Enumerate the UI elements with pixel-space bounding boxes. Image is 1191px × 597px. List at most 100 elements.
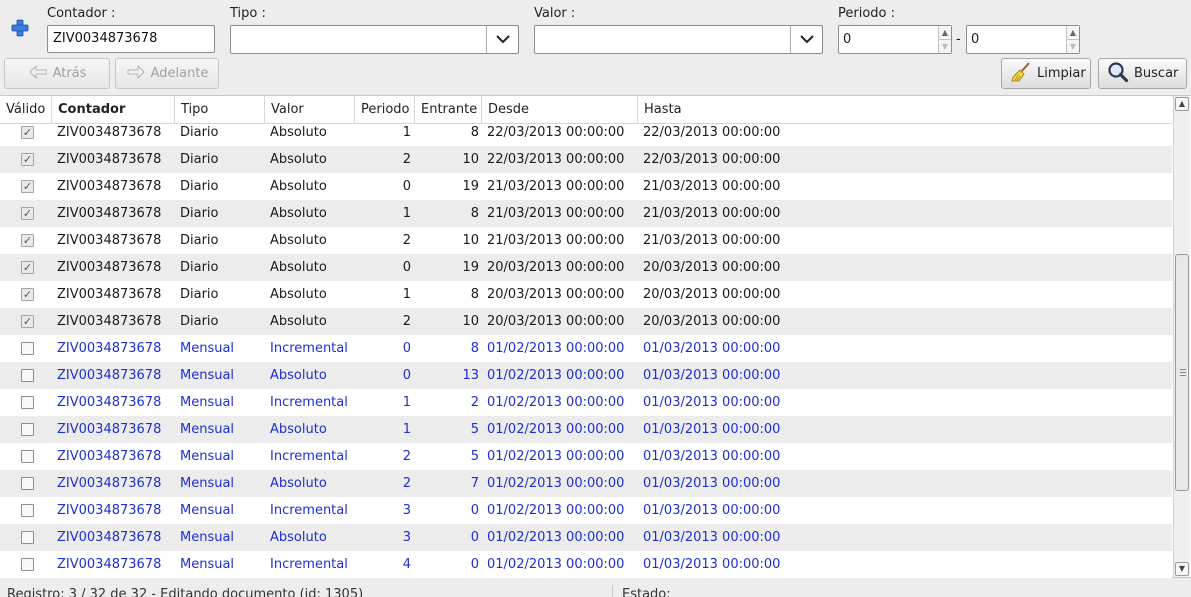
- cell-valor: Absoluto: [270, 422, 327, 437]
- checkbox-checked[interactable]: ✓: [21, 288, 34, 301]
- cell-desde: 21/03/2013 00:00:00: [487, 206, 625, 221]
- table-row[interactable]: ZIV0034873678 Mensual Absoluto 3 0 01/02/2013…: [0, 524, 1172, 551]
- cell-periodo: 4: [402, 557, 411, 572]
- checkbox-unchecked[interactable]: [21, 369, 34, 382]
- table-row[interactable]: ZIV0034873678 Mensual Incremental 2 5 01/02/2…: [0, 443, 1172, 470]
- results-table[interactable]: Válido Contador Tipo Valor Periodo Entra…: [0, 95, 1191, 578]
- column-header-desde[interactable]: Desde: [482, 96, 638, 124]
- cell-entrante: 19: [462, 179, 479, 194]
- cell-hasta: 01/03/2013 00:00:00: [643, 530, 781, 545]
- periodo-separator: -: [956, 32, 961, 47]
- plus-icon[interactable]: [10, 18, 30, 38]
- chevron-down-icon[interactable]: [790, 26, 822, 53]
- back-button[interactable]: Atrás: [4, 58, 110, 89]
- cell-hasta: 21/03/2013 00:00:00: [643, 206, 781, 221]
- contador-input[interactable]: ZIV0034873678: [47, 25, 215, 53]
- cell-contador: ZIV0034873678: [57, 395, 162, 410]
- table-row[interactable]: ZIV0034873678 Mensual Absoluto 2 7 01/02/2013…: [0, 470, 1172, 497]
- spin-up-icon[interactable]: ▲: [939, 26, 951, 39]
- table-row[interactable]: ZIV0034873678 Mensual Incremental 4 0 01/02/2…: [0, 551, 1172, 578]
- checkbox-unchecked[interactable]: [21, 450, 34, 463]
- spin-up-icon[interactable]: ▲: [1067, 26, 1079, 39]
- back-button-label: Atrás: [52, 66, 87, 81]
- cell-desde: 21/03/2013 00:00:00: [487, 179, 625, 194]
- column-header-hasta[interactable]: Hasta: [638, 96, 1172, 124]
- column-header-tipo[interactable]: Tipo: [175, 96, 265, 124]
- checkbox-unchecked[interactable]: [21, 423, 34, 436]
- cell-contador: ZIV0034873678: [57, 260, 162, 275]
- table-row[interactable]: ZIV0034873678 Mensual Incremental 1 2 01/02/2…: [0, 389, 1172, 416]
- cell-hasta: 01/03/2013 00:00:00: [643, 368, 781, 383]
- cell-tipo: Diario: [180, 125, 219, 140]
- scroll-up-icon[interactable]: ▲: [1175, 97, 1189, 111]
- app-window: Contador : Tipo : Valor : Periodo : ZIV0…: [0, 0, 1191, 597]
- clear-button[interactable]: Limpiar: [1001, 58, 1091, 89]
- table-row[interactable]: ZIV0034873678 Mensual Absoluto 0 13 01/02/201…: [0, 362, 1172, 389]
- cell-valor: Incremental: [270, 341, 348, 356]
- cell-contador: ZIV0034873678: [57, 179, 162, 194]
- checkbox-checked[interactable]: ✓: [21, 261, 34, 274]
- cell-periodo: 1: [402, 422, 411, 437]
- cell-hasta: 01/03/2013 00:00:00: [643, 341, 781, 356]
- table-row[interactable]: ✓ ZIV0034873678 Diario Absoluto 2 10 21/03/201…: [0, 227, 1172, 254]
- column-header-contador[interactable]: Contador: [52, 96, 175, 124]
- checkbox-unchecked[interactable]: [21, 558, 34, 571]
- cell-desde: 01/02/2013 00:00:00: [487, 557, 625, 572]
- checkbox-checked[interactable]: ✓: [21, 315, 34, 328]
- checkbox-unchecked[interactable]: [21, 342, 34, 355]
- cell-periodo: 1: [402, 287, 411, 302]
- spin-down-icon[interactable]: ▼: [939, 39, 951, 52]
- spin-down-icon[interactable]: ▼: [1067, 39, 1079, 52]
- table-row[interactable]: ZIV0034873678 Mensual Incremental 3 0 01/02/2…: [0, 497, 1172, 524]
- checkbox-checked[interactable]: ✓: [21, 207, 34, 220]
- table-row[interactable]: ZIV0034873678 Mensual Incremental 0 8 01/02/2…: [0, 335, 1172, 362]
- table-row[interactable]: ✓ ZIV0034873678 Diario Absoluto 2 10 20/03/201…: [0, 308, 1172, 335]
- table-row[interactable]: ✓ ZIV0034873678 Diario Absoluto 0 19 21/03/201…: [0, 173, 1172, 200]
- table-row[interactable]: ✓ ZIV0034873678 Diario Absoluto 1 8 22/03/2013…: [0, 124, 1172, 146]
- spinner-buttons[interactable]: ▲ ▼: [938, 26, 951, 53]
- status-record-info: Registro: 3 / 32 de 32 - Editando docume…: [7, 587, 364, 597]
- forward-button[interactable]: Adelante: [115, 58, 219, 89]
- cell-contador: ZIV0034873678: [57, 368, 162, 383]
- scrollbar-thumb[interactable]: [1175, 254, 1189, 491]
- periodo-from-value: 0: [843, 32, 852, 47]
- table-row[interactable]: ✓ ZIV0034873678 Diario Absoluto 1 8 20/03/2013…: [0, 281, 1172, 308]
- periodo-from-spinner[interactable]: 0 ▲ ▼: [838, 25, 952, 54]
- checkbox-checked[interactable]: ✓: [21, 180, 34, 193]
- checkbox-unchecked[interactable]: [21, 531, 34, 544]
- checkbox-checked[interactable]: ✓: [21, 234, 34, 247]
- cell-periodo: 3: [402, 503, 411, 518]
- checkbox-unchecked[interactable]: [21, 396, 34, 409]
- vertical-scrollbar[interactable]: ▲ ▼: [1173, 96, 1190, 577]
- search-button[interactable]: Buscar: [1098, 58, 1187, 89]
- cell-tipo: Mensual: [180, 503, 235, 518]
- chevron-down-icon[interactable]: [486, 26, 518, 53]
- column-header-valido[interactable]: Válido: [0, 96, 52, 124]
- spinner-buttons[interactable]: ▲ ▼: [1066, 26, 1079, 53]
- table-row[interactable]: ✓ ZIV0034873678 Diario Absoluto 0 19 20/03/201…: [0, 254, 1172, 281]
- search-button-label: Buscar: [1134, 66, 1179, 81]
- cell-periodo: 0: [402, 368, 411, 383]
- cell-hasta: 20/03/2013 00:00:00: [643, 287, 781, 302]
- checkbox-unchecked[interactable]: [21, 504, 34, 517]
- scroll-down-icon[interactable]: ▼: [1175, 562, 1189, 576]
- table-row[interactable]: ZIV0034873678 Mensual Absoluto 1 5 01/02/2013…: [0, 416, 1172, 443]
- checkbox-checked[interactable]: ✓: [21, 153, 34, 166]
- cell-hasta: 01/03/2013 00:00:00: [643, 557, 781, 572]
- cell-valor: Absoluto: [270, 368, 327, 383]
- column-header-valor[interactable]: Valor: [265, 96, 355, 124]
- tipo-select[interactable]: [230, 25, 519, 54]
- periodo-to-spinner[interactable]: 0 ▲ ▼: [966, 25, 1080, 54]
- arrow-right-icon: [126, 64, 146, 83]
- table-row[interactable]: ✓ ZIV0034873678 Diario Absoluto 1 8 21/03/2013…: [0, 200, 1172, 227]
- checkbox-checked[interactable]: ✓: [21, 126, 34, 139]
- column-header-periodo[interactable]: Periodo: [355, 96, 415, 124]
- valor-select[interactable]: [534, 25, 823, 54]
- arrow-left-icon: [28, 64, 48, 83]
- cell-hasta: 20/03/2013 00:00:00: [643, 314, 781, 329]
- status-divider: [612, 585, 613, 597]
- cell-valor: Incremental: [270, 503, 348, 518]
- column-header-entrante[interactable]: Entrante: [415, 96, 482, 124]
- checkbox-unchecked[interactable]: [21, 477, 34, 490]
- table-row[interactable]: ✓ ZIV0034873678 Diario Absoluto 2 10 22/03/201…: [0, 146, 1172, 173]
